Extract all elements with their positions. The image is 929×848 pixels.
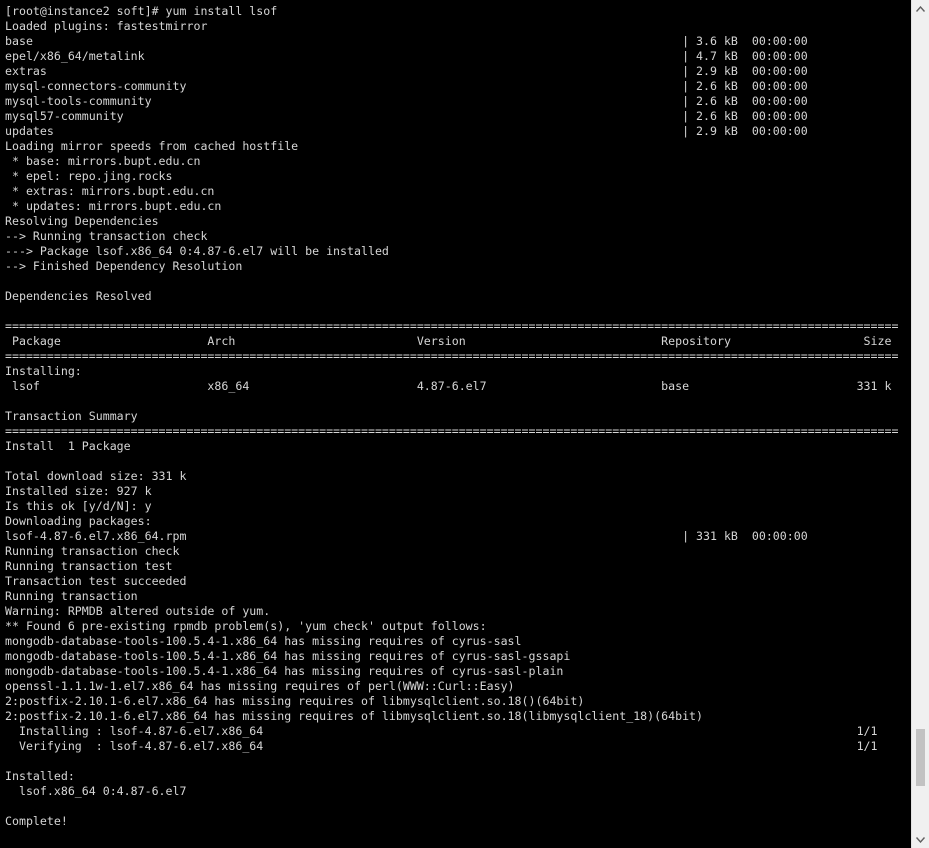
terminal-line: lsof x86_64 4.87-6.el7 base 331 k <box>5 379 892 393</box>
terminal-line: [root@instance2 soft]# yum install lsof <box>5 4 278 18</box>
terminal-line: --> Running transaction check <box>5 229 208 243</box>
terminal-line: Installing : lsof-4.87-6.el7.x86_64 1/1 <box>5 724 878 738</box>
terminal-line: Installed size: 927 k <box>5 484 152 498</box>
terminal-line: Resolving Dependencies <box>5 214 159 228</box>
terminal-window[interactable]: [root@instance2 soft]# yum install lsof L… <box>0 0 911 848</box>
terminal-line: ========================================… <box>5 424 899 438</box>
chevron-down-icon <box>916 836 925 843</box>
terminal-line: Downloading packages: <box>5 514 152 528</box>
terminal-line: Verifying : lsof-4.87-6.el7.x86_64 1/1 <box>5 739 878 753</box>
terminal-line: Loading mirror speeds from cached hostfi… <box>5 139 299 153</box>
terminal-line: Complete! <box>5 814 68 828</box>
terminal-line: Loaded plugins: fastestmirror <box>5 19 208 33</box>
terminal-line: mysql-connectors-community | 2.6 kB 00:0… <box>5 79 808 93</box>
terminal-line: Package Arch Version Repository Size <box>5 334 892 348</box>
terminal-line: Install 1 Package <box>5 439 131 453</box>
terminal-line: lsof.x86_64 0:4.87-6.el7 <box>5 784 187 798</box>
terminal-line: epel/x86_64/metalink | 4.7 kB 00:00:00 <box>5 49 808 63</box>
terminal-line: Installed: <box>5 769 75 783</box>
terminal-line: mongodb-database-tools-100.5.4-1.x86_64 … <box>5 664 564 678</box>
terminal-line: mysql57-community | 2.6 kB 00:00:00 <box>5 109 808 123</box>
scrollbar-thumb[interactable] <box>916 728 925 786</box>
terminal-line: ========================================… <box>5 319 899 333</box>
terminal-line: openssl-1.1.1w-1.el7.x86_64 has missing … <box>5 679 515 693</box>
terminal-line: Total download size: 331 k <box>5 469 187 483</box>
terminal-line: lsof-4.87-6.el7.x86_64.rpm | 331 kB 00:0… <box>5 529 808 543</box>
terminal-line: 2:postfix-2.10.1-6.el7.x86_64 has missin… <box>5 709 704 723</box>
scroll-down-button[interactable] <box>912 831 929 848</box>
terminal-line: * extras: mirrors.bupt.edu.cn <box>5 184 215 198</box>
terminal-line: mongodb-database-tools-100.5.4-1.x86_64 … <box>5 649 571 663</box>
terminal-line: mongodb-database-tools-100.5.4-1.x86_64 … <box>5 634 522 648</box>
terminal-output[interactable]: [root@instance2 soft]# yum install lsof L… <box>0 0 911 829</box>
terminal-line: ========================================… <box>5 349 899 363</box>
terminal-line: * updates: mirrors.bupt.edu.cn <box>5 199 222 213</box>
terminal-line: ---> Package lsof.x86_64 0:4.87-6.el7 wi… <box>5 244 389 258</box>
terminal-line: ** Found 6 pre-existing rpmdb problem(s)… <box>5 619 487 633</box>
terminal-line: Transaction Summary <box>5 409 138 423</box>
terminal-line: Running transaction <box>5 589 138 603</box>
terminal-line: mysql-tools-community | 2.6 kB 00:00:00 <box>5 94 808 108</box>
terminal-line: 2:postfix-2.10.1-6.el7.x86_64 has missin… <box>5 694 585 708</box>
terminal-line: * base: mirrors.bupt.edu.cn <box>5 154 201 168</box>
terminal-line: Running transaction test <box>5 559 173 573</box>
terminal-line: Warning: RPMDB altered outside of yum. <box>5 604 271 618</box>
terminal-line: * epel: repo.jing.rocks <box>5 169 173 183</box>
terminal-line: Dependencies Resolved <box>5 289 152 303</box>
scroll-up-button[interactable] <box>912 0 929 17</box>
terminal-line: Is this ok [y/d/N]: y <box>5 499 152 513</box>
terminal-line: extras | 2.9 kB 00:00:00 <box>5 64 808 78</box>
terminal-line: Running transaction check <box>5 544 180 558</box>
terminal-line: updates | 2.9 kB 00:00:00 <box>5 124 808 138</box>
vertical-scrollbar[interactable] <box>911 0 929 848</box>
terminal-line: base | 3.6 kB 00:00:00 <box>5 34 808 48</box>
terminal-line: Installing: <box>5 364 82 378</box>
chevron-up-icon <box>916 5 925 12</box>
terminal-line: Transaction test succeeded <box>5 574 187 588</box>
terminal-line: --> Finished Dependency Resolution <box>5 259 243 273</box>
